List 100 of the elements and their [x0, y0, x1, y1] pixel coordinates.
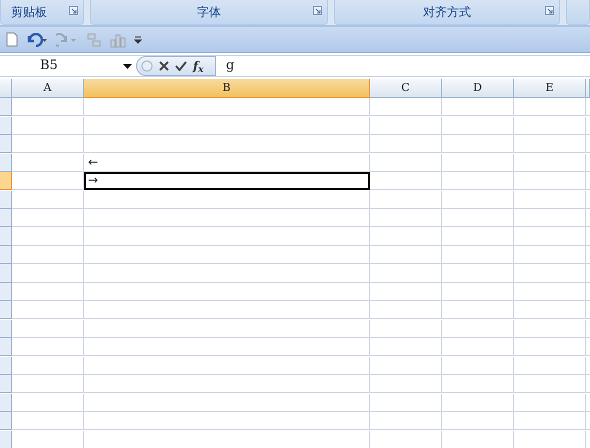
- cell[interactable]: [442, 190, 514, 209]
- cell[interactable]: [84, 356, 370, 375]
- cell[interactable]: [442, 375, 514, 394]
- cell[interactable]: [84, 208, 370, 228]
- cell[interactable]: [84, 375, 370, 394]
- cell[interactable]: [84, 264, 370, 283]
- cell[interactable]: [514, 227, 586, 246]
- active-cell[interactable]: →: [84, 172, 370, 190]
- column-header[interactable]: D: [442, 79, 514, 98]
- cell[interactable]: [12, 338, 84, 356]
- cell[interactable]: [84, 394, 370, 412]
- cell[interactable]: [12, 172, 84, 190]
- cancel-icon[interactable]: [159, 61, 169, 71]
- cell[interactable]: [12, 154, 84, 172]
- cell[interactable]: [442, 154, 514, 172]
- cell[interactable]: [514, 356, 586, 375]
- swap-icon[interactable]: [86, 32, 102, 48]
- cell[interactable]: [12, 282, 84, 301]
- cell[interactable]: [84, 246, 370, 264]
- cell[interactable]: [370, 227, 442, 246]
- cell[interactable]: [84, 320, 370, 338]
- row-header[interactable]: [0, 301, 12, 320]
- enter-check-icon[interactable]: [175, 61, 187, 71]
- cell[interactable]: [84, 301, 370, 320]
- cell[interactable]: [370, 172, 442, 190]
- cell[interactable]: [514, 264, 586, 283]
- cell[interactable]: [84, 282, 370, 301]
- new-document-icon[interactable]: [6, 32, 18, 47]
- undo-icon[interactable]: [26, 32, 48, 46]
- cell[interactable]: [514, 301, 586, 320]
- cell[interactable]: [370, 375, 442, 394]
- row-header[interactable]: [0, 172, 12, 190]
- cell[interactable]: [370, 135, 442, 154]
- cell[interactable]: [370, 301, 442, 320]
- cell[interactable]: [12, 208, 84, 228]
- bar-chart-icon[interactable]: [110, 32, 126, 48]
- row-header[interactable]: [0, 190, 12, 209]
- cell[interactable]: [514, 190, 586, 209]
- cell[interactable]: [84, 412, 370, 430]
- cell[interactable]: [370, 246, 442, 264]
- cell[interactable]: [370, 320, 442, 338]
- dialog-launcher-icon[interactable]: [313, 6, 322, 15]
- cell[interactable]: [12, 116, 84, 135]
- cell[interactable]: [514, 172, 586, 190]
- row-header[interactable]: [0, 208, 12, 228]
- cell[interactable]: [370, 338, 442, 356]
- column-header[interactable]: B: [84, 79, 370, 98]
- row-header[interactable]: [0, 430, 12, 448]
- column-header[interactable]: A: [12, 79, 84, 98]
- cell[interactable]: [12, 135, 84, 154]
- cell[interactable]: [514, 246, 586, 264]
- dialog-launcher-icon[interactable]: [69, 6, 78, 15]
- row-header[interactable]: [0, 412, 12, 430]
- cell[interactable]: [84, 227, 370, 246]
- cell[interactable]: [442, 282, 514, 301]
- cell[interactable]: [514, 338, 586, 356]
- cell[interactable]: ←: [84, 154, 370, 172]
- cell[interactable]: [12, 356, 84, 375]
- cell[interactable]: [514, 135, 586, 154]
- cell[interactable]: [442, 208, 514, 228]
- cell[interactable]: [84, 338, 370, 356]
- cell[interactable]: [12, 246, 84, 264]
- cell[interactable]: [514, 412, 586, 430]
- cell[interactable]: [514, 98, 586, 116]
- column-header[interactable]: C: [370, 79, 442, 98]
- row-header[interactable]: [0, 282, 12, 301]
- cell[interactable]: [442, 412, 514, 430]
- cell[interactable]: [370, 154, 442, 172]
- row-header[interactable]: [0, 375, 12, 394]
- cell[interactable]: [84, 116, 370, 135]
- row-header[interactable]: [0, 154, 12, 172]
- cell[interactable]: [370, 264, 442, 283]
- cell[interactable]: [12, 227, 84, 246]
- cell[interactable]: [514, 208, 586, 228]
- cell[interactable]: [370, 394, 442, 412]
- row-header[interactable]: [0, 135, 12, 154]
- name-box[interactable]: B5: [0, 56, 136, 76]
- row-header[interactable]: [0, 98, 12, 116]
- cell[interactable]: [370, 356, 442, 375]
- select-all-button[interactable]: [0, 79, 12, 98]
- cell[interactable]: [12, 412, 84, 430]
- cell[interactable]: [12, 394, 84, 412]
- cell[interactable]: [84, 98, 370, 116]
- cell[interactable]: [370, 412, 442, 430]
- cell[interactable]: [442, 338, 514, 356]
- redo-icon[interactable]: [56, 32, 78, 46]
- cell[interactable]: [84, 190, 370, 209]
- cell[interactable]: [514, 320, 586, 338]
- cell[interactable]: [370, 282, 442, 301]
- cell[interactable]: [370, 208, 442, 228]
- cell[interactable]: [12, 264, 84, 283]
- row-header[interactable]: [0, 227, 12, 246]
- cell[interactable]: [442, 320, 514, 338]
- cell[interactable]: [12, 320, 84, 338]
- row-header[interactable]: [0, 246, 12, 264]
- cell[interactable]: [442, 172, 514, 190]
- cell[interactable]: [442, 98, 514, 116]
- cell[interactable]: [442, 356, 514, 375]
- cell[interactable]: [442, 116, 514, 135]
- cell[interactable]: [12, 301, 84, 320]
